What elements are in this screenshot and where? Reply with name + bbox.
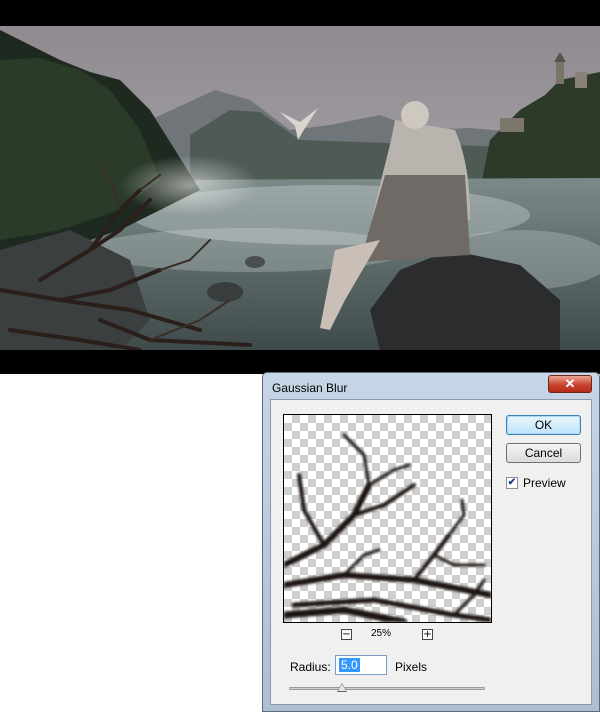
document-canvas [0, 0, 600, 374]
gaussian-blur-dialog: Gaussian Blur ✕ − 25% + OK Cancel ✔ Prev… [262, 372, 600, 712]
checkmark-icon: ✔ [507, 477, 517, 488]
radius-input[interactable]: 5.0 [335, 655, 387, 675]
branch-preview-image [284, 433, 491, 622]
radius-label: Radius: [290, 660, 331, 674]
close-icon: ✕ [564, 376, 576, 391]
preview-checkbox[interactable]: ✔ [506, 477, 518, 489]
cancel-button[interactable]: Cancel [506, 443, 581, 463]
fantasy-river-photo [0, 0, 600, 374]
radius-slider-track[interactable] [289, 687, 485, 690]
minus-icon: − [342, 629, 351, 640]
zoom-in-button[interactable]: + [422, 629, 433, 640]
plus-icon: + [423, 629, 432, 640]
radius-value: 5.0 [339, 658, 360, 672]
dialog-body: − 25% + OK Cancel ✔ Preview Radius: 5.0 … [270, 399, 592, 705]
preview-label[interactable]: Preview [523, 476, 566, 490]
ok-button[interactable]: OK [506, 415, 581, 435]
radius-slider-thumb[interactable] [336, 683, 347, 692]
zoom-level: 25% [371, 628, 392, 639]
pixels-unit-label: Pixels [395, 660, 428, 674]
filter-preview-pane[interactable] [283, 414, 492, 623]
dialog-titlebar[interactable]: Gaussian Blur ✕ [263, 373, 599, 401]
zoom-out-button[interactable]: − [341, 629, 352, 640]
dialog-title: Gaussian Blur [272, 381, 348, 395]
close-button[interactable]: ✕ [548, 375, 592, 393]
